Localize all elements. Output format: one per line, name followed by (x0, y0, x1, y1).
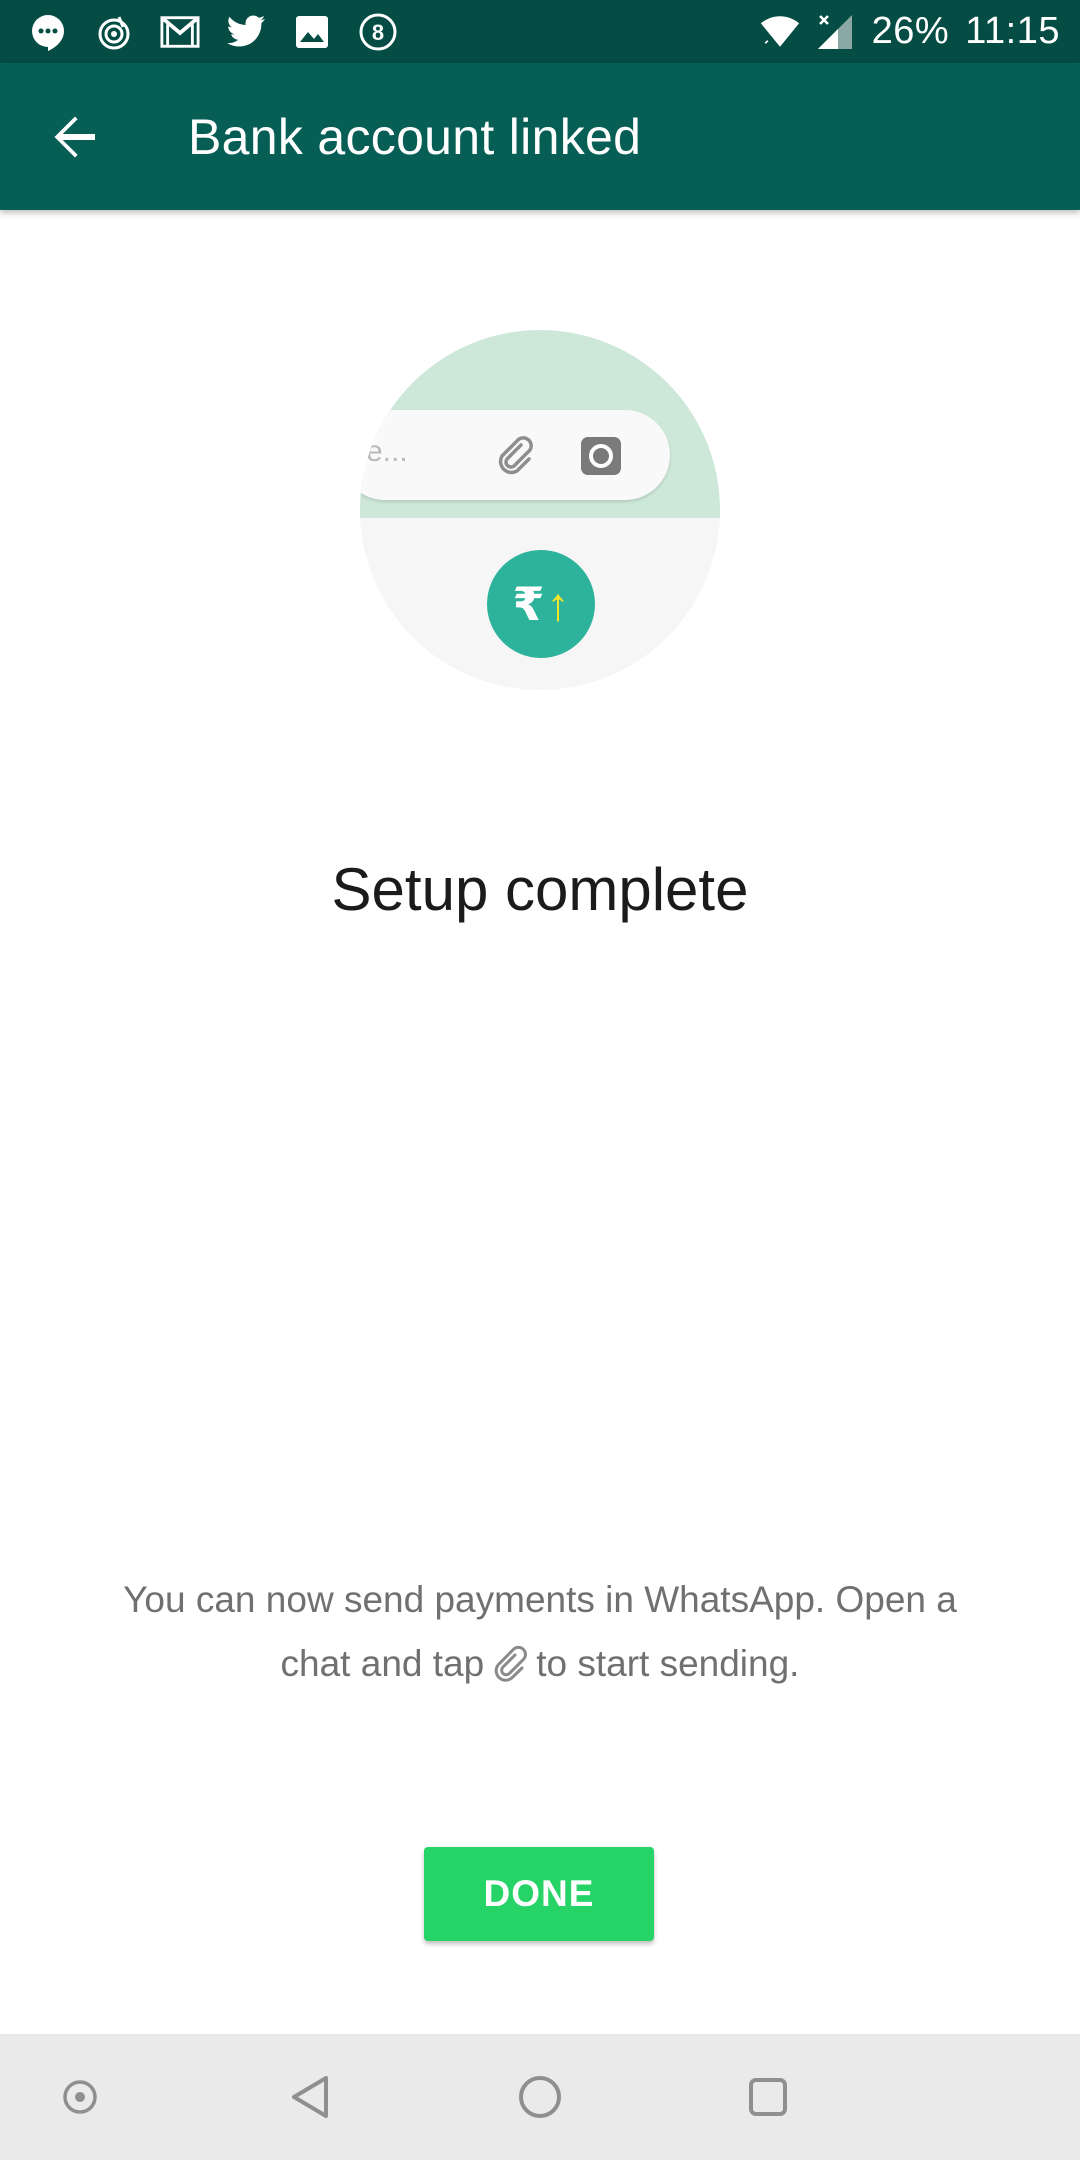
camera-icon (581, 437, 621, 475)
instructions-text-end: to start sending. (536, 1643, 800, 1684)
home-circle-icon[interactable] (510, 2067, 570, 2127)
beatport-icon (94, 12, 134, 52)
app-bar: Bank account linked (0, 63, 1080, 210)
page-title: Bank account linked (188, 108, 642, 165)
hangouts-icon (28, 12, 68, 52)
recents-square-icon[interactable] (738, 2067, 798, 2127)
payment-illustration: e... ₹ ↑ (360, 330, 720, 690)
back-button[interactable] (20, 82, 130, 192)
pin-dot-icon[interactable] (50, 2067, 110, 2127)
gmail-icon (160, 12, 200, 52)
system-nav-bar (0, 2034, 1080, 2160)
wifi-icon (760, 12, 800, 52)
svg-text:8: 8 (372, 20, 384, 45)
illustration-message-field: e... (360, 410, 670, 500)
notification-icons: 8 (28, 12, 398, 52)
signal-icon (816, 12, 856, 52)
status-bar: 8 26% 11:15 (0, 0, 1080, 63)
payment-instructions: You can now send payments in WhatsApp. O… (90, 1568, 990, 1696)
gallery-icon (292, 12, 332, 52)
rupee-symbol: ₹ (512, 578, 545, 630)
paperclip-icon (494, 1645, 528, 1682)
done-button[interactable]: DONE (424, 1847, 654, 1941)
up-arrow-icon: ↑ (546, 578, 570, 630)
back-triangle-icon[interactable] (280, 2067, 340, 2127)
paperclip-icon (498, 436, 533, 475)
clock: 11:15 (965, 10, 1060, 52)
twitter-icon (226, 12, 266, 52)
payment-send-icon: ₹ ↑ (487, 550, 595, 658)
battery-percent: 26% (871, 10, 950, 52)
arrow-back-icon (54, 116, 95, 157)
system-status: 26% 11:15 (760, 10, 1060, 53)
eight-app-icon: 8 (358, 12, 398, 52)
setup-complete-heading: Setup complete (331, 856, 749, 923)
illustration-input-hint: e... (366, 435, 408, 468)
